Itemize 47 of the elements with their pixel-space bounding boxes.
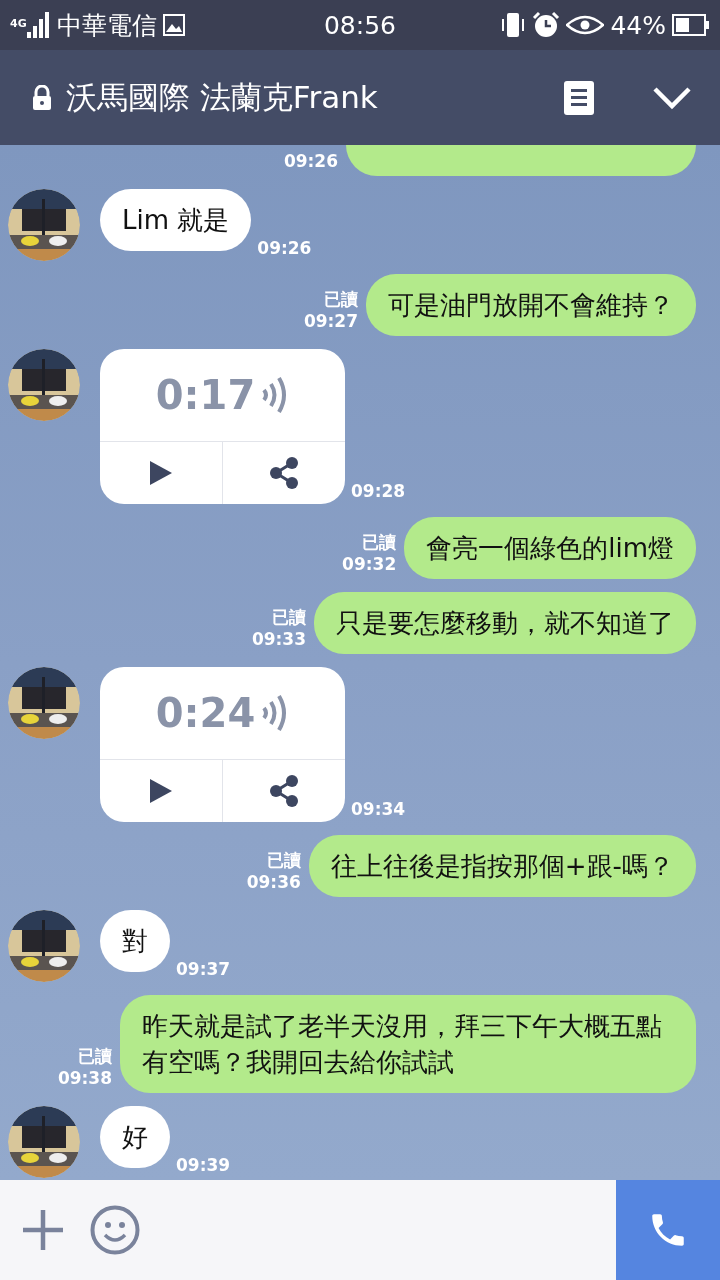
read-receipt: 已讀 <box>266 849 301 871</box>
vibrate-icon <box>500 12 527 38</box>
alarm-icon <box>532 11 561 39</box>
message-time: 09:37 <box>176 958 231 980</box>
message-bubble: 昨天就是試了老半天沒用，拜三下午大概五點有空嗎？我開回去給你試試 <box>120 995 696 1093</box>
plus-icon[interactable] <box>22 1209 64 1251</box>
message-time: 09:33 <box>251 628 306 650</box>
play-icon[interactable] <box>150 779 172 803</box>
message-time: 09:26 <box>283 150 338 172</box>
share-icon[interactable] <box>269 775 299 807</box>
message-time: 09:34 <box>351 798 406 820</box>
smiley-icon[interactable] <box>90 1205 140 1255</box>
note-icon[interactable] <box>564 80 594 115</box>
read-receipt: 已讀 <box>272 606 306 628</box>
network-type: 4G <box>10 16 27 30</box>
message-time: 09:28 <box>351 480 406 502</box>
share-icon[interactable] <box>269 457 299 489</box>
carrier-name: 中華電信 <box>56 9 157 42</box>
message-time: 09:27 <box>303 310 358 332</box>
image-icon <box>162 14 185 36</box>
status-time: 08:56 <box>323 10 396 40</box>
read-receipt: 已讀 <box>324 288 358 310</box>
message-bubble: 可是油門放開不會維持？ <box>366 274 696 336</box>
battery-percent: 44% <box>610 10 666 40</box>
play-icon[interactable] <box>150 461 172 485</box>
message-bubble: 好 <box>100 1106 170 1168</box>
voice-duration: 0:17 <box>155 372 256 418</box>
message-bubble: 只是要怎麼移動，就不知道了 <box>314 592 696 654</box>
call-button[interactable] <box>616 1180 720 1280</box>
message-bubble: 對 <box>100 910 170 972</box>
read-receipt: 已讀 <box>78 1045 112 1067</box>
message-bubble: 會亮一個綠色的lim燈 <box>404 517 696 579</box>
message-bubble: 往上往後是指按那個+跟-嗎？ <box>308 835 696 897</box>
message-time: 09:32 <box>342 553 397 575</box>
message-time: 09:36 <box>246 871 301 893</box>
message-bubble: Lim 就是 <box>100 189 252 251</box>
message-time: 09:26 <box>257 237 312 259</box>
message-time: 09:39 <box>176 1154 231 1176</box>
voice-duration: 0:24 <box>155 690 256 736</box>
battery-icon <box>672 14 710 36</box>
message-time: 09:38 <box>57 1067 112 1089</box>
eye-icon <box>566 15 605 35</box>
chevron-down-icon[interactable] <box>652 85 692 110</box>
read-receipt: 已讀 <box>362 531 397 553</box>
chat-title: 沃馬國際 法蘭克Frank <box>66 77 379 117</box>
lock-icon <box>32 84 52 111</box>
signal-icon <box>26 12 51 38</box>
